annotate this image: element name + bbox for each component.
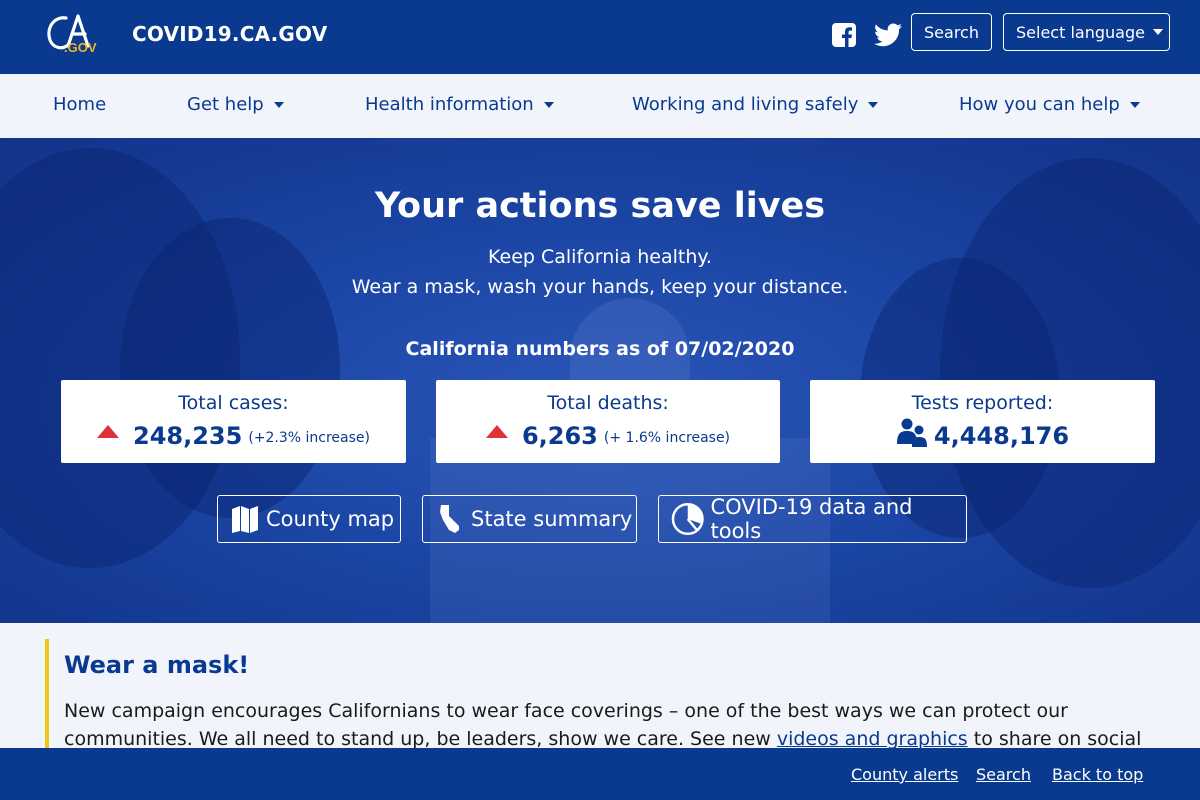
stat-label: Tests reported:: [911, 392, 1054, 414]
county-map-button[interactable]: County map: [217, 495, 401, 543]
footer-link-search[interactable]: Search: [976, 765, 1031, 784]
button-label: County map: [266, 507, 395, 531]
chevron-down-icon: [1152, 29, 1163, 35]
language-select-label: Select language: [1016, 22, 1145, 42]
california-icon: [440, 505, 459, 533]
footer-link-county-alerts[interactable]: County alerts: [851, 765, 958, 784]
increase-triangle-icon: [485, 424, 508, 438]
chevron-down-icon: [543, 102, 554, 108]
header-search-button[interactable]: Search: [911, 13, 992, 51]
numbers-heading: California numbers as of 07/02/2020: [405, 338, 795, 360]
nav-item-health-information[interactable]: Health information: [365, 94, 554, 115]
chevron-down-icon: [868, 102, 879, 108]
button-label: State summary: [471, 507, 633, 531]
main-content: Wear a mask! New campaign encourages Cal…: [0, 623, 1200, 778]
stat-value: 248,235: [133, 422, 243, 450]
stat-label: Total cases:: [178, 392, 289, 414]
footer-link-back-to-top[interactable]: Back to top: [1052, 765, 1143, 784]
nav-item-working-living-safely[interactable]: Working and living safely: [632, 94, 879, 115]
nav-item-how-you-can-help[interactable]: How you can help: [959, 94, 1140, 115]
pie-chart-icon: [671, 502, 704, 536]
button-label: COVID-19 data and tools: [710, 495, 913, 543]
callout-title: Wear a mask!: [64, 651, 250, 679]
state-summary-button[interactable]: State summary: [422, 495, 637, 543]
stat-value: 4,448,176: [933, 422, 1070, 450]
chevron-down-icon: [273, 102, 284, 108]
videos-graphics-link[interactable]: videos and graphics: [777, 728, 968, 750]
stat-change: (+2.3% increase): [248, 430, 370, 446]
callout-accent-bar: [45, 639, 49, 751]
stat-card-tests-reported: Tests reported: 4,448,176: [810, 380, 1155, 463]
nav-item-home[interactable]: Home: [53, 94, 106, 115]
nav-item-label: Home: [53, 94, 107, 115]
hero-subtitle-line2: Wear a mask, wash your hands, keep your …: [351, 276, 849, 298]
nav-item-get-help[interactable]: Get help: [187, 94, 284, 115]
nav-item-label: Health information: [365, 94, 534, 115]
people-icon: [896, 418, 927, 447]
stat-label: Total deaths:: [547, 392, 669, 414]
stat-change: (+ 1.6% increase): [603, 430, 731, 446]
nav-item-label: How you can help: [959, 94, 1120, 115]
main-nav: Home Get help Health information Working…: [0, 74, 1200, 138]
site-name[interactable]: COVID19.CA.GOV: [132, 22, 327, 46]
stat-card-total-deaths: Total deaths: 6,263 (+ 1.6% increase): [436, 380, 780, 463]
site-header: .GOV COVID19.CA.GOV Search Select langua…: [0, 0, 1200, 74]
footer-bar: County alerts Search Back to top: [0, 748, 1200, 800]
svg-text:.GOV: .GOV: [64, 40, 97, 55]
hero-subtitle-line1: Keep California healthy.: [488, 246, 712, 268]
facebook-icon[interactable]: [832, 23, 856, 47]
increase-triangle-icon: [97, 424, 119, 438]
language-select[interactable]: Select language: [1003, 13, 1170, 51]
ca-gov-logo[interactable]: .GOV: [44, 12, 104, 56]
hero-section: Your actions save lives Keep California …: [0, 138, 1200, 623]
stat-card-total-cases: Total cases: 248,235 (+2.3% increase): [61, 380, 406, 463]
stat-value: 6,263: [521, 422, 598, 450]
covid-data-tools-button[interactable]: COVID-19 data and tools: [658, 495, 967, 543]
twitter-icon[interactable]: [874, 23, 902, 47]
map-icon: [232, 506, 258, 533]
nav-item-label: Working and living safely: [632, 94, 859, 115]
nav-item-label: Get help: [187, 94, 264, 115]
chevron-down-icon: [1129, 102, 1140, 108]
hero-title: Your actions save lives: [374, 186, 826, 226]
